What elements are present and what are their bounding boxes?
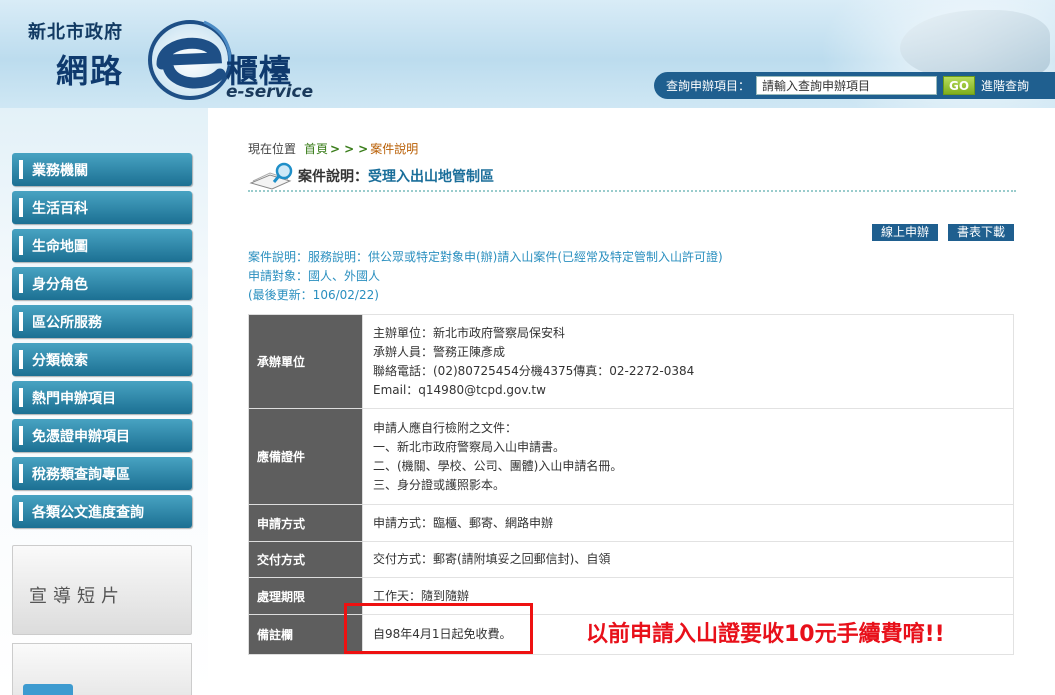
book-magnifier-icon (249, 162, 293, 190)
value-line: 三、身分證或護照影本。 (373, 477, 506, 492)
main-content: 現在位置 首頁 > > > 案件說明 案件說明： 受理入出山地管制區 線上申辦 … (208, 108, 1055, 695)
sidebar-menu: 業務機關 生活百科 生命地圖 身分角色 區公所服務 分類檢索 熱門申辦項目 免憑… (12, 153, 192, 533)
menu-bar-icon (19, 274, 23, 293)
value-line: 承辦人員：警務正陳彥成 (373, 344, 506, 359)
menu-bar-icon (19, 426, 23, 445)
value-line: 申請人應自行檢附之文件： (373, 420, 518, 435)
case-description: 案件說明：服務說明：供公眾或特定對象申(辦)請入山案件(已經常及特定管制入山許可… (248, 250, 723, 264)
value-line: 聯絡電話：(02)80725454分機4375傳真：02-2272-0384 (373, 363, 695, 378)
logo-brand-en: e-service (226, 82, 314, 102)
search-bar: 查詢申辦項目： GO 進階查詢 (654, 72, 1055, 99)
form-download-button[interactable]: 書表下載 (948, 224, 1014, 241)
sidebar-item-category-search[interactable]: 分類檢索 (12, 343, 192, 376)
last-updated: (最後更新：106/02/22) (248, 288, 379, 302)
menu-bar-icon (19, 312, 23, 331)
promo-video-banner[interactable]: 宣導短片 (12, 545, 192, 635)
sidebar-item-tax[interactable]: 稅務類查詢專區 (12, 457, 192, 490)
value-line: 一、新北市政府警察局入山申請書。 (373, 439, 566, 454)
value-line: 二、(機關、學校、公司、團體)入山申請名冊。 (373, 458, 623, 473)
breadcrumb: 現在位置 首頁 > > > 案件說明 (248, 140, 418, 157)
row-header-documents: 應備證件 (248, 408, 363, 505)
promo-video-label: 宣導短片 (29, 586, 125, 607)
breadcrumb-current[interactable]: 案件說明 (370, 140, 418, 157)
chevron-right-icon: > (344, 141, 355, 156)
sidebar-item-no-certificate[interactable]: 免憑證申辦項目 (12, 419, 192, 452)
sidebar-item-label: 身分角色 (32, 276, 88, 293)
go-button[interactable]: GO (943, 76, 976, 95)
row-header-delivery: 交付方式 (248, 541, 363, 578)
page-title-prefix: 案件說明： (298, 169, 368, 185)
promo-blue-icon (23, 684, 73, 695)
sidebar-item-label: 生活百科 (32, 200, 88, 217)
row-value-delivery: 交付方式：郵寄(請附填妥之回郵信封)、自領 (362, 541, 1014, 578)
sidebar-item-label: 區公所服務 (32, 314, 102, 331)
sidebar-item-label: 業務機關 (32, 162, 88, 179)
menu-bar-icon (19, 502, 23, 521)
sidebar-item-label: 分類檢索 (32, 352, 88, 369)
logo-brand-left: 網路 (56, 52, 125, 90)
menu-bar-icon (19, 236, 23, 255)
sidebar-item-label: 稅務類查詢專區 (32, 466, 130, 483)
breadcrumb-home-link[interactable]: 首頁 (304, 140, 328, 157)
email-text: Email：q14980@tcpd.gov.tw (373, 382, 546, 397)
site-header: 新北市政府 網路 櫃檯 e-service 查詢申辦項目： GO 進階查詢 (0, 0, 1055, 108)
page-title: 受理入出山地管制區 (368, 169, 494, 185)
row-value-apply-method: 申請方式：臨櫃、郵寄、網路申辦 (362, 504, 1014, 542)
online-apply-button[interactable]: 線上申辦 (872, 224, 938, 241)
table-row: 交付方式 交付方式：郵寄(請附填妥之回郵信封)、自領 (248, 541, 1014, 578)
table-row: 應備證件 申請人應自行檢附之文件： 一、新北市政府警察局入山申請書。 二、(機關… (248, 408, 1014, 505)
sidebar-item-label: 各類公文進度查詢 (32, 504, 144, 521)
sidebar-item-agencies[interactable]: 業務機關 (12, 153, 192, 186)
sidebar-item-life-encyclopedia[interactable]: 生活百科 (12, 191, 192, 224)
table-row: 申請方式 申請方式：臨櫃、郵寄、網路申辦 (248, 504, 1014, 542)
advanced-search-link[interactable]: 進階查詢 (981, 77, 1029, 94)
chevron-right-icon: > (330, 141, 341, 156)
table-row: 承辦單位 主辦單位：新北市政府警察局保安科 承辦人員：警務正陳彥成 聯絡電話：(… (248, 314, 1014, 409)
case-info: 案件說明：服務說明：供公眾或特定對象申(辦)請入山案件(已經常及特定管制入山許可… (248, 248, 723, 305)
annotation-text: 以前申請入山證要收10元手續費唷!! (586, 622, 945, 647)
menu-bar-icon (19, 198, 23, 217)
remark-highlight-box (344, 603, 533, 654)
menu-bar-icon (19, 160, 23, 179)
menu-bar-icon (19, 464, 23, 483)
row-value-agency: 主辦單位：新北市政府警察局保安科 承辦人員：警務正陳彥成 聯絡電話：(02)80… (362, 314, 1014, 409)
menu-bar-icon (19, 350, 23, 369)
sidebar-item-label: 生命地圖 (32, 238, 88, 255)
sidebar-item-label: 熱門申辦項目 (32, 390, 116, 407)
sidebar-item-label: 免憑證申辦項目 (32, 428, 130, 445)
sidebar-item-district-office[interactable]: 區公所服務 (12, 305, 192, 338)
row-header-apply-method: 申請方式 (248, 504, 363, 542)
page-title-bar: 案件說明： 受理入出山地管制區 (248, 162, 1016, 192)
row-header-agency: 承辦單位 (248, 314, 363, 409)
sidebar-item-identity[interactable]: 身分角色 (12, 267, 192, 300)
logo-city-name: 新北市政府 (28, 22, 123, 43)
chevron-right-icon: > (358, 141, 369, 156)
application-target: 申請對象：國人、外國人 (248, 269, 381, 283)
e-logo-icon (148, 20, 232, 100)
search-label: 查詢申辦項目： (666, 79, 751, 93)
promo-banner-2[interactable] (12, 643, 192, 695)
row-value-documents: 申請人應自行檢附之文件： 一、新北市政府警察局入山申請書。 二、(機關、學校、公… (362, 408, 1014, 505)
menu-bar-icon (19, 388, 23, 407)
header-hand-image (900, 10, 1050, 80)
sidebar-item-popular[interactable]: 熱門申辦項目 (12, 381, 192, 414)
search-input[interactable] (756, 76, 938, 95)
sidebar-item-life-map[interactable]: 生命地圖 (12, 229, 192, 262)
breadcrumb-prefix: 現在位置 (248, 142, 297, 156)
sidebar-item-document-progress[interactable]: 各類公文進度查詢 (12, 495, 192, 528)
value-line: 主辦單位：新北市政府警察局保安科 (373, 325, 566, 340)
site-logo[interactable]: 新北市政府 網路 櫃檯 e-service (22, 8, 322, 104)
